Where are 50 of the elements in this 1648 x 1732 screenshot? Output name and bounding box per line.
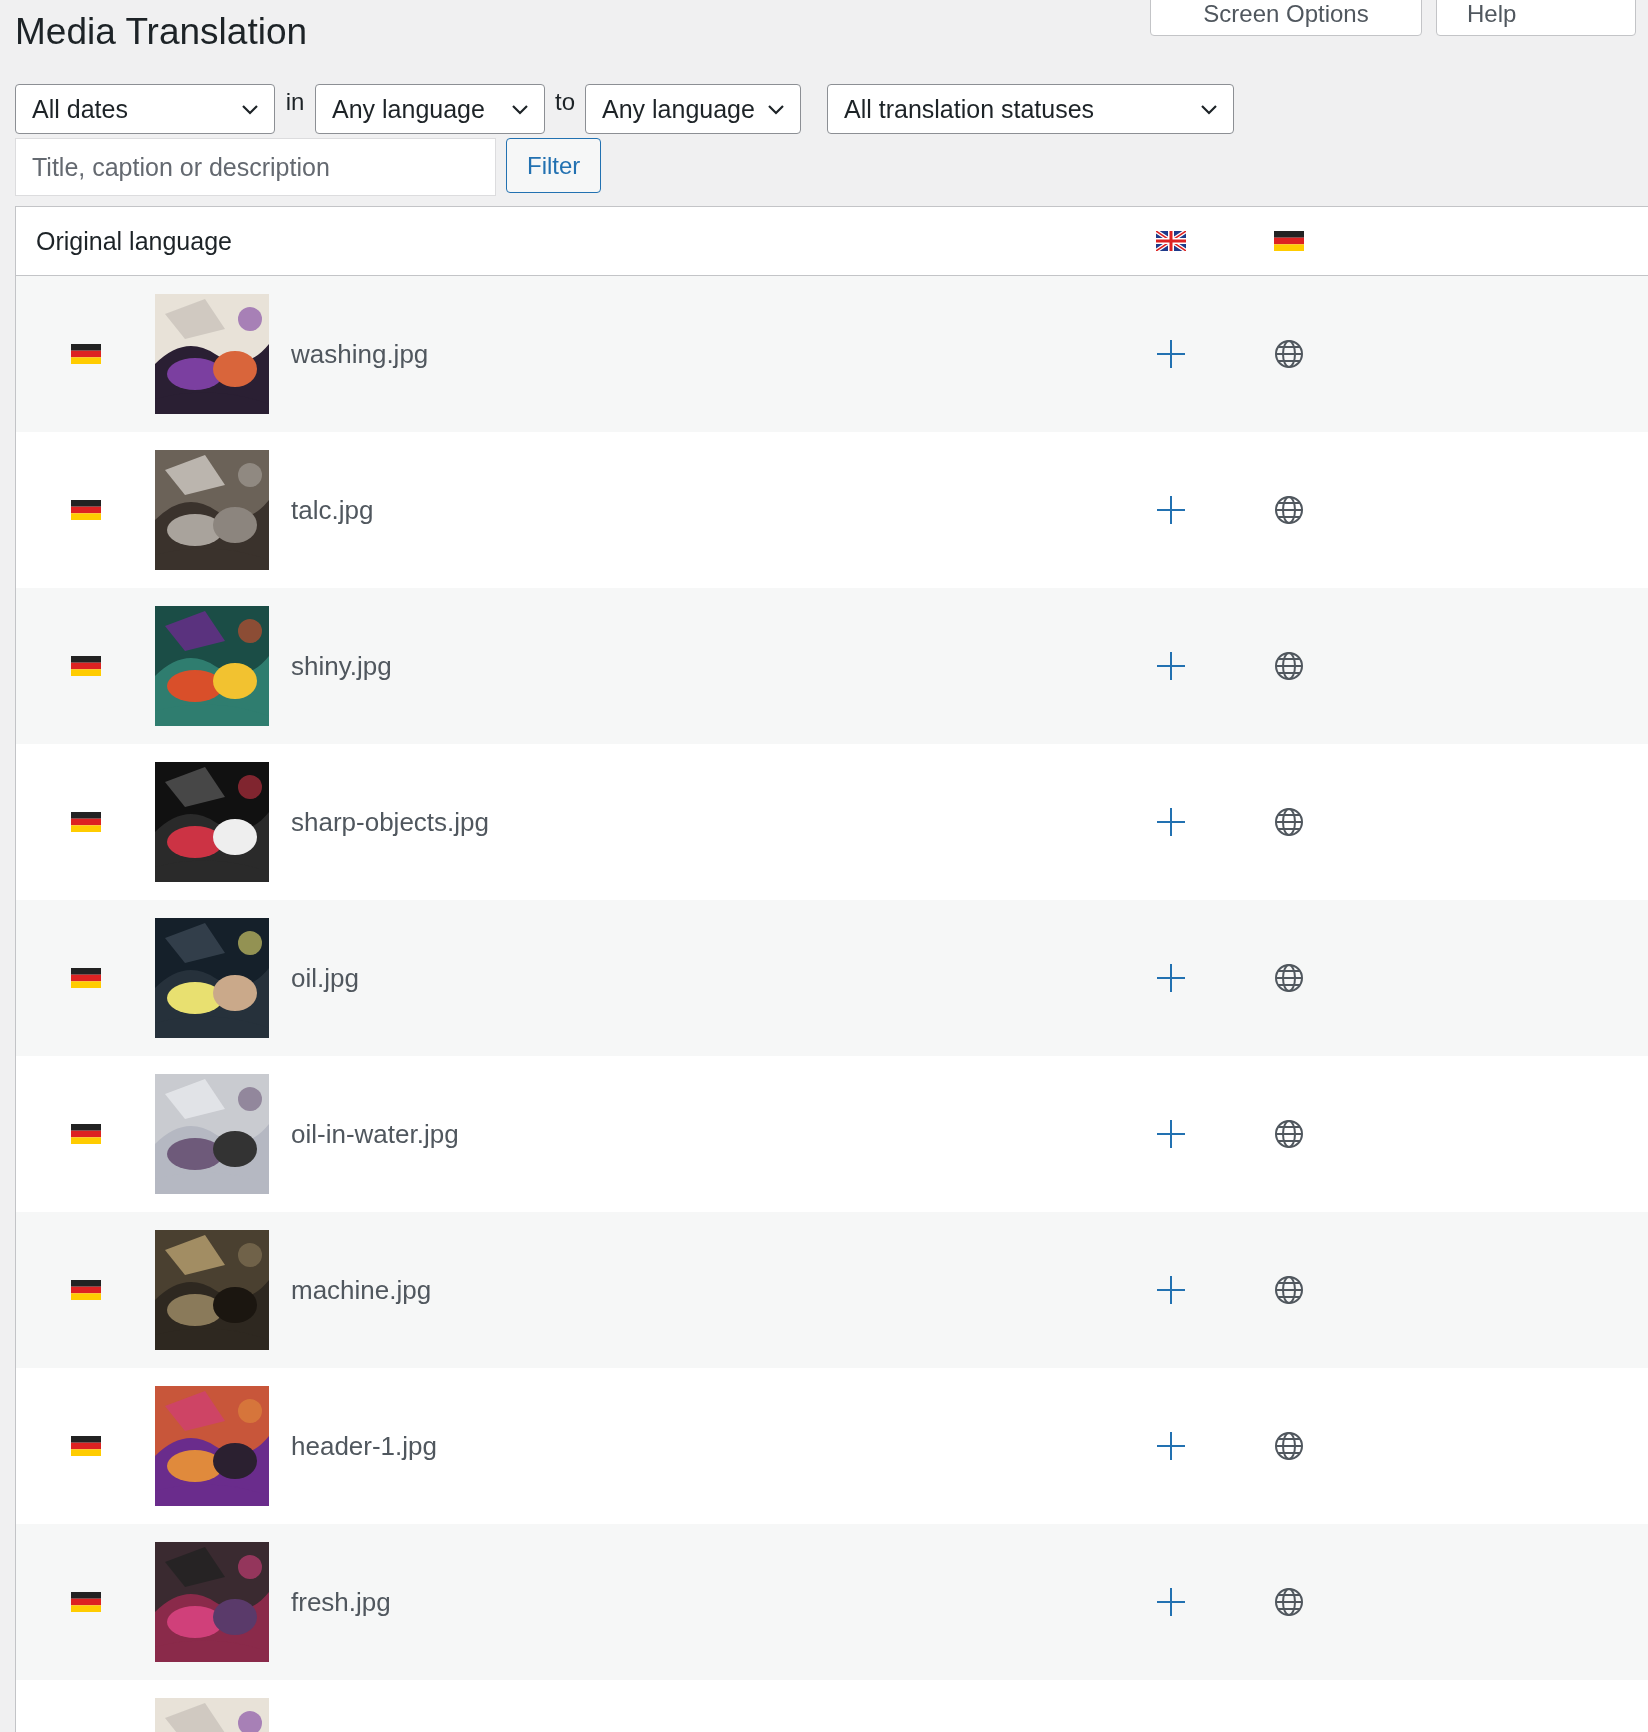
globe-icon[interactable]: [1273, 1274, 1305, 1306]
file-name[interactable]: oil-in-water.jpg: [291, 1118, 1112, 1150]
british-flag-icon: [1156, 231, 1186, 251]
german-flag-icon: [70, 1592, 101, 1612]
add-translation-icon[interactable]: [1155, 1430, 1187, 1462]
file-name[interactable]: washing.jpg: [291, 338, 1112, 370]
globe-icon[interactable]: [1273, 338, 1305, 370]
file-name[interactable]: sharp-objects.jpg: [291, 806, 1112, 838]
german-flag-icon: [1274, 231, 1304, 251]
german-flag-icon: [70, 656, 101, 676]
add-translation-icon[interactable]: [1155, 962, 1187, 994]
german-flag-icon: [70, 1280, 101, 1300]
globe-icon[interactable]: [1273, 806, 1305, 838]
file-name[interactable]: shiny.jpg: [291, 650, 1112, 682]
file-name[interactable]: machine.jpg: [291, 1274, 1112, 1306]
file-name[interactable]: fresh.jpg: [291, 1586, 1112, 1618]
german-flag-icon: [70, 344, 101, 364]
dropdown[interactable]: Any language: [315, 84, 545, 134]
filter-label: in: [284, 87, 306, 116]
add-translation-icon[interactable]: [1155, 650, 1187, 682]
column-header: Original language: [36, 226, 233, 256]
filter-label: to: [554, 87, 576, 116]
page-title: Media Translation: [15, 10, 308, 54]
globe-icon[interactable]: [1273, 1430, 1305, 1462]
german-flag-icon: [70, 500, 101, 520]
add-translation-icon[interactable]: [1155, 494, 1187, 526]
german-flag-icon: [70, 968, 101, 988]
globe-icon[interactable]: [1273, 494, 1305, 526]
tab-button[interactable]: Help: [1436, 0, 1636, 36]
add-translation-icon[interactable]: [1155, 338, 1187, 370]
add-translation-icon[interactable]: [1155, 1586, 1187, 1618]
german-flag-icon: [70, 812, 101, 832]
globe-icon[interactable]: [1273, 962, 1305, 994]
add-translation-icon[interactable]: [1155, 1118, 1187, 1150]
dropdown[interactable]: Any language: [585, 84, 801, 134]
file-name[interactable]: talc.jpg: [291, 494, 1112, 526]
german-flag-icon: [70, 1124, 101, 1144]
german-flag-icon: [70, 1436, 101, 1456]
globe-icon[interactable]: [1273, 1118, 1305, 1150]
file-name[interactable]: oil.jpg: [291, 962, 1112, 994]
search-field[interactable]: Title, caption or description: [15, 138, 496, 196]
file-name[interactable]: header-1.jpg: [291, 1430, 1112, 1462]
dropdown[interactable]: All translation statuses: [827, 84, 1234, 134]
globe-icon[interactable]: [1273, 1586, 1305, 1618]
add-translation-icon[interactable]: [1155, 806, 1187, 838]
add-translation-icon[interactable]: [1155, 1274, 1187, 1306]
globe-icon[interactable]: [1273, 650, 1305, 682]
filter-button[interactable]: Filter: [506, 138, 602, 193]
tab-button[interactable]: Screen Options: [1150, 0, 1422, 36]
dropdown[interactable]: All dates: [15, 84, 275, 134]
